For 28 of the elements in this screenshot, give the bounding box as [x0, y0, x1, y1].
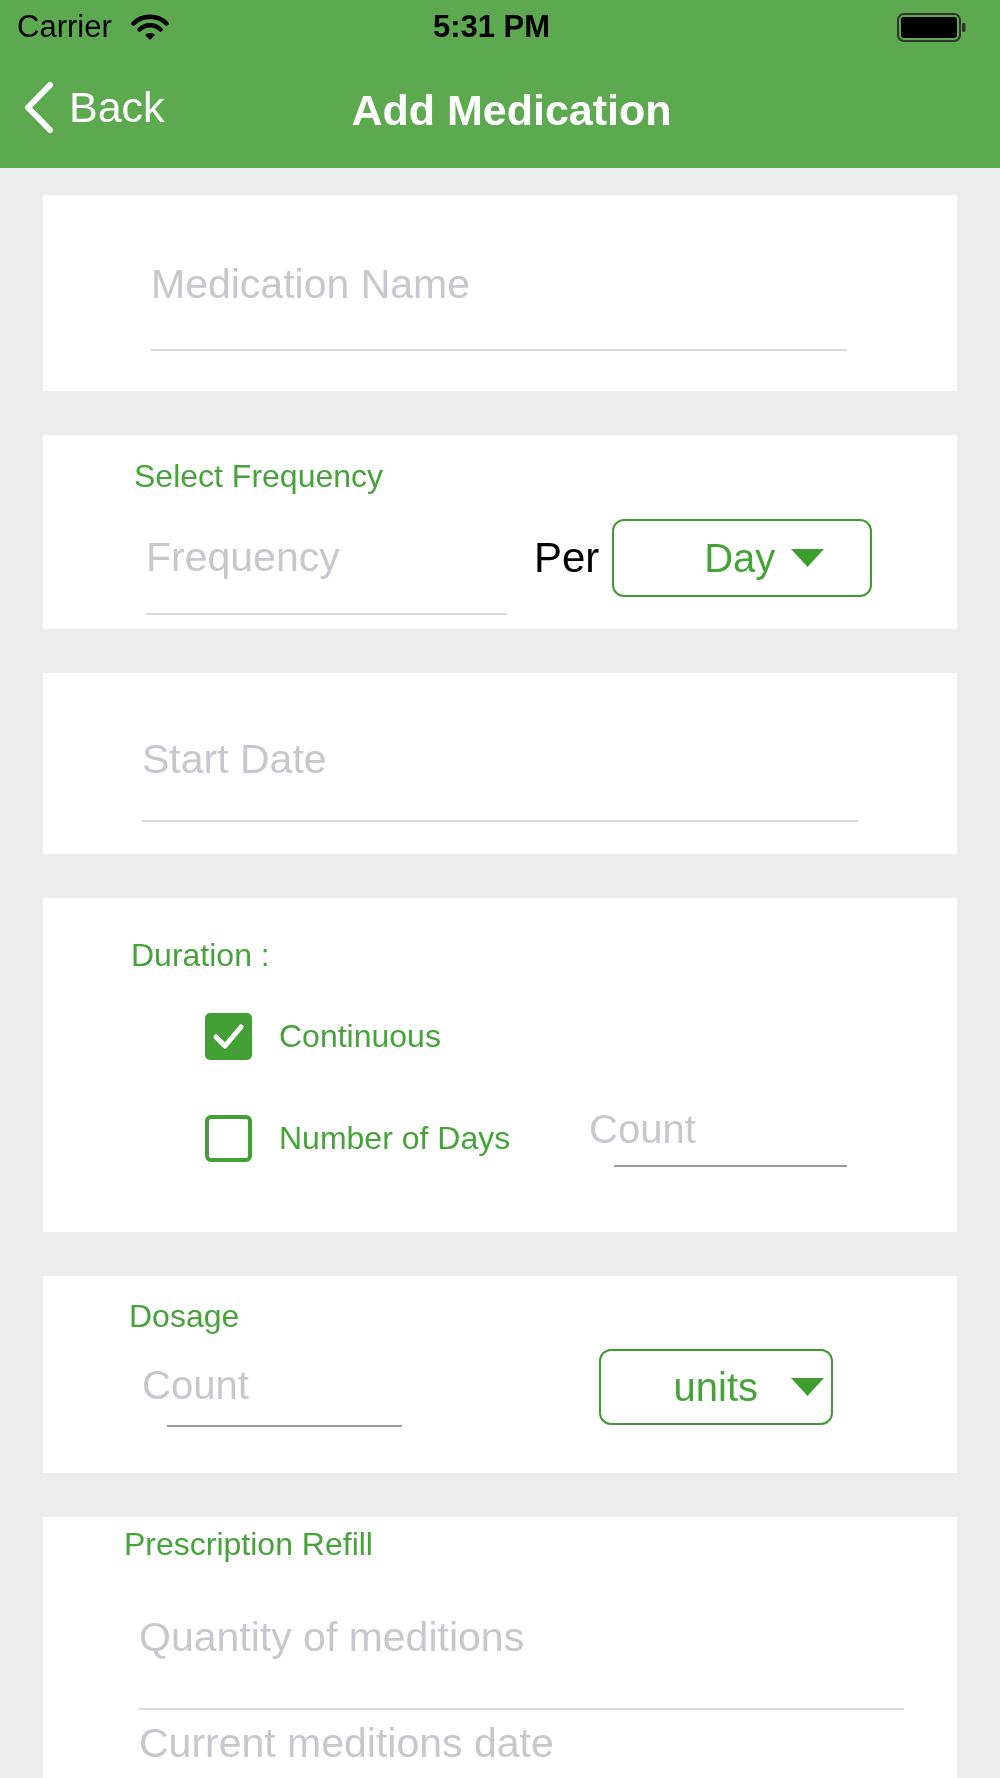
section-label: Dosage: [129, 1297, 240, 1335]
caret-down-icon: [791, 549, 825, 567]
period-dropdown[interactable]: Day: [612, 519, 873, 597]
section-label: Duration :: [131, 936, 270, 974]
checkbox-label: Number of Days: [279, 1119, 511, 1158]
checkbox-label: Continuous: [279, 1017, 441, 1056]
caret-down-icon: [791, 1378, 824, 1396]
battery-icon: [897, 12, 966, 42]
refill-field[interactable]: Quantity of meditions: [139, 1603, 904, 1710]
refill-field[interactable]: Current meditions date: [139, 1716, 904, 1774]
section-label: Prescription Refill: [124, 1525, 373, 1563]
chevron-left-icon: [23, 81, 55, 134]
section-label: Select Frequency: [134, 457, 383, 495]
wifi-icon: [130, 13, 169, 41]
form-cell[interactable]: Prescription Refill Quantity of meditions Current meditions date: [43, 1517, 957, 1778]
form-cell[interactable]: Medication Name: [43, 195, 957, 391]
per-label: Per: [534, 533, 600, 583]
back-button[interactable]: Back: [23, 81, 165, 134]
checkbox[interactable]: [205, 1115, 252, 1162]
carrier-name: Carrier: [17, 8, 112, 46]
status-time: 5:31 PM: [432, 8, 551, 46]
form-cell[interactable]: Start Date: [43, 673, 957, 854]
frequency-field[interactable]: Frequency: [146, 527, 507, 615]
start-date-field[interactable]: Start Date: [142, 729, 858, 822]
unit-dropdown[interactable]: units: [599, 1349, 833, 1425]
checkbox[interactable]: [205, 1013, 252, 1060]
medication-name-field[interactable]: Medication Name: [151, 252, 847, 351]
screen-title: Add Medication: [351, 87, 672, 135]
